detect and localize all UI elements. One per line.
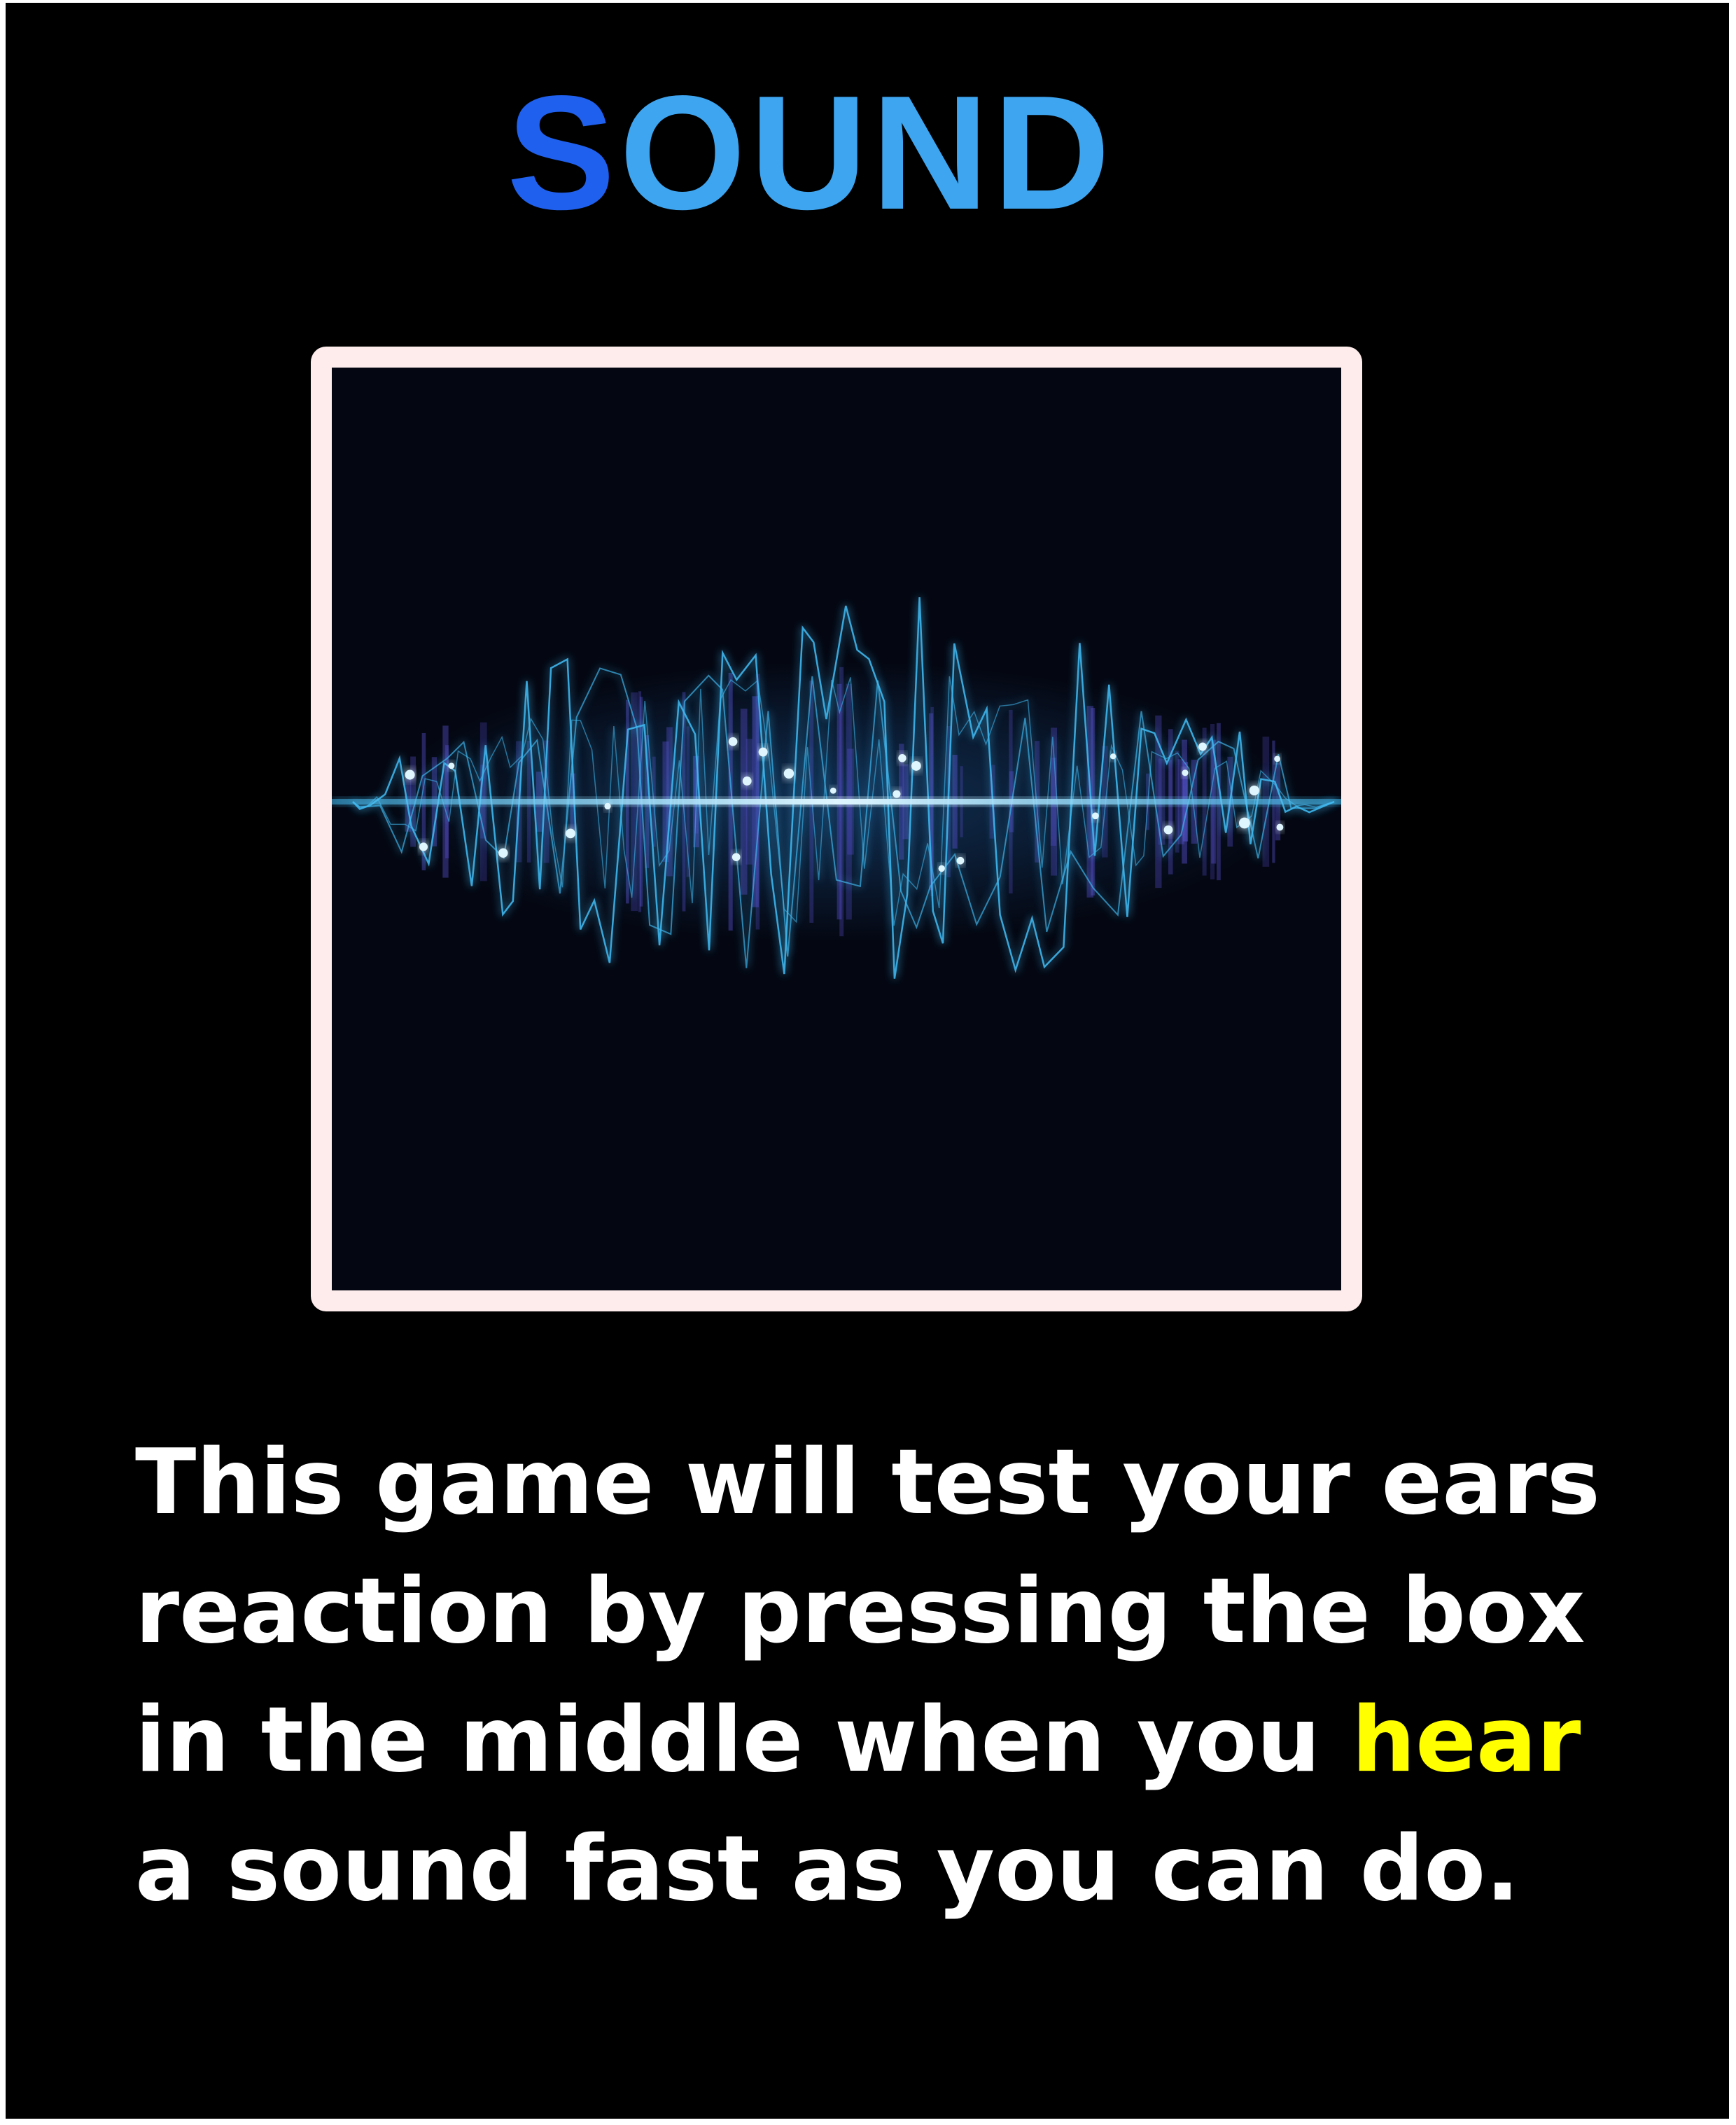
- wave-sparkle: [742, 776, 752, 786]
- title-rest: OUND: [619, 62, 1114, 244]
- wave-sparkle: [1274, 755, 1280, 762]
- sound-wave-image: [332, 368, 1341, 1290]
- wave-sparkle: [1092, 812, 1099, 820]
- wave-sparkle: [1238, 817, 1250, 829]
- description-line-3: in the middle when you hear: [135, 1676, 1675, 1805]
- wave-sparkle: [1182, 769, 1189, 776]
- description-line-4: a sound fast as you can do.: [135, 1817, 1520, 1921]
- wave-sparkle: [448, 762, 455, 769]
- wave-sparkle: [1249, 785, 1259, 796]
- game-title: SOUND: [6, 69, 1616, 237]
- wave-sparkle: [728, 737, 738, 746]
- sound-image-frame[interactable]: [311, 347, 1362, 1311]
- game-intro-card: SOUND This game will test your ears reac…: [6, 3, 1729, 2119]
- wave-sparkle: [1163, 825, 1173, 835]
- wave-sparkle: [498, 848, 508, 858]
- wave-sparkle: [938, 865, 945, 872]
- wave-sparkle: [898, 754, 906, 762]
- description-line-2: reaction by pressing the box: [135, 1559, 1586, 1664]
- description-line-1: This game will test your ears: [135, 1430, 1600, 1535]
- wave-sparkle: [830, 787, 836, 794]
- wave-sparkle: [956, 856, 965, 865]
- sound-wave-icon: [332, 597, 1341, 979]
- wave-sparkle: [758, 747, 768, 757]
- wave-sparkle: [405, 769, 415, 780]
- wave-sparkle: [1198, 742, 1207, 751]
- description-line-3-text: in the middle when you: [135, 1688, 1352, 1792]
- wave-center-line: [332, 799, 1341, 804]
- game-description: This game will test your ears reaction b…: [135, 1419, 1675, 1934]
- title-first-letter: S: [507, 62, 620, 244]
- wave-sparkle: [911, 761, 921, 771]
- wave-sparkle: [783, 768, 794, 779]
- wave-sparkle: [566, 828, 575, 839]
- wave-sparkle: [892, 790, 901, 798]
- wave-sparkle: [1276, 823, 1284, 831]
- wave-sparkle: [604, 802, 611, 810]
- wave-sparkle: [732, 853, 741, 862]
- highlight-word: hear: [1351, 1688, 1581, 1792]
- wave-sparkle: [1110, 753, 1116, 760]
- wave-sparkle: [419, 842, 428, 851]
